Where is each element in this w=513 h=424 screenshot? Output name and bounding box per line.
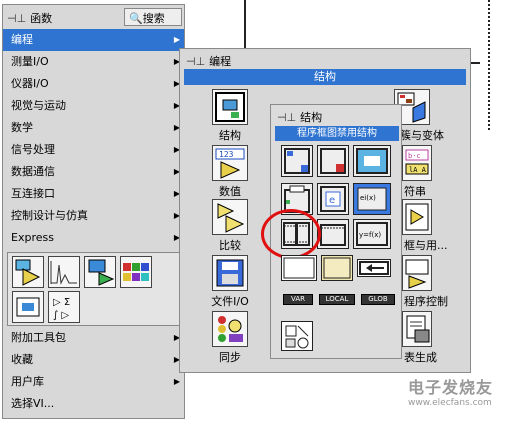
category-item[interactable]: 测量I/O ▶ [3,51,184,73]
category-item[interactable]: 收藏 ▶ [3,349,184,371]
global-variable-button[interactable]: GLOB [361,294,395,305]
structures-icon[interactable] [212,89,248,125]
category-item[interactable]: 选择VI... [3,393,184,415]
category-item[interactable]: 互连接口 ▶ [3,183,184,205]
application-control-label: 程序控制 [404,295,448,308]
feedback-node-icon[interactable] [357,259,391,277]
decorations-icon[interactable] [281,321,313,351]
cluster-variant-label: 簇与变体 [400,129,444,142]
input-output-icon[interactable] [84,256,116,288]
category-list: 编程 ▶ 测量I/O ▶ 仪器I/O ▶ 视觉与运动 ▶ 数学 ▶ 信号处理 ▶… [3,29,184,251]
pin-icon[interactable]: ⊣⊥ [186,55,205,68]
express-icon-area: ▷ Σ ∫ ▷ [7,252,181,326]
category-item[interactable]: 数据通信 ▶ [3,161,184,183]
programming-palette-title: 编程 [209,55,232,68]
submenu-arrow-icon: ▶ [173,377,180,386]
structures-palette: ⊣⊥ 结构 程序框图禁用结构 e ei(x) y=f(x) VAR LOCAL … [261,104,402,359]
search-icon: 🔍 [129,12,143,25]
structures-palette-header: ⊣⊥ 结构 [277,109,322,125]
event-structure-icon[interactable]: e [317,183,349,215]
svg-text:y=f(x): y=f(x) [359,231,381,239]
diagram-disable-icon[interactable] [281,255,317,281]
bottom-category-list: 附加工具包 ▶ 收藏 ▶ 用户库 ▶ 选择VI... [3,327,184,415]
shared-variable-button[interactable]: VAR [283,294,313,305]
category-item[interactable]: Express ▶ [3,227,184,249]
category-item[interactable]: 附加工具包 ▶ [3,327,184,349]
formula-node-icon[interactable]: y=f(x) [353,219,391,249]
file-io-label: 文件I/O [211,295,249,308]
local-variable-button[interactable]: LOCAL [319,294,355,305]
structures-label: 结构 [219,129,241,142]
pin-icon[interactable]: ⊣⊥ [7,12,26,25]
string-icon[interactable]: b·c lA A [402,145,432,181]
application-control-icon[interactable] [402,255,432,291]
category-item[interactable]: 数学 ▶ [3,117,184,139]
conditional-disable-icon[interactable] [321,255,353,281]
report-generation-icon[interactable] [402,311,432,347]
category-item[interactable]: 控制设计与仿真 ▶ [3,205,184,227]
svg-text:b·c: b·c [408,152,421,160]
svg-text:ei(x): ei(x) [360,194,376,202]
timed-structure-icon[interactable] [353,145,391,177]
dialog-ui-label: 框与用... [404,239,448,252]
numeric-label: 数值 [219,185,241,198]
highlight-circle [261,209,321,259]
mathscript-node-icon[interactable]: ei(x) [353,183,391,215]
functions-palette-title: 函数 [30,12,53,25]
comparison-icon[interactable] [212,199,248,235]
arithmetic-icon[interactable] [120,256,152,288]
report-generation-label: 表生成 [404,351,437,364]
for-loop-icon[interactable] [281,145,313,177]
synchronization-icon[interactable] [212,311,248,347]
search-button[interactable]: 🔍搜索 [124,8,182,26]
numeric-icon[interactable]: 123 [212,145,248,181]
category-item[interactable]: 仪器I/O ▶ [3,73,184,95]
svg-text:lA A: lA A [409,166,427,174]
pin-icon[interactable]: ⊣⊥ [277,111,296,124]
category-item[interactable]: 编程 ▶ [3,29,184,51]
background-window-border-right [488,0,490,130]
synchronization-label: 同步 [219,351,241,364]
category-item[interactable]: 视觉与运动 ▶ [3,95,184,117]
category-item[interactable]: 用户库 ▶ [3,371,184,393]
category-item[interactable]: 信号处理 ▶ [3,139,184,161]
watermark-logo: 电子发烧友 www.elecfans.com [408,378,494,408]
math-express-icon[interactable]: ▷ Σ ∫ ▷ [48,291,80,323]
svg-text:∫ ▷: ∫ ▷ [53,310,69,321]
execution-control-icon[interactable] [12,291,44,323]
signal-analysis-icon[interactable] [48,256,80,288]
structures-palette-title: 结构 [300,111,323,124]
comparison-label: 比较 [219,239,241,252]
dialog-ui-icon[interactable] [402,199,432,235]
svg-text:e: e [329,195,335,206]
diagram-disable-structure-bar[interactable]: 程序框图禁用结构 [275,126,399,141]
svg-text:▷ Σ: ▷ Σ [53,297,70,308]
functions-palette: ⊣⊥ 函数 🔍搜索 编程 ▶ 测量I/O ▶ 仪器I/O ▶ 视觉与运动 ▶ 数… [2,4,185,419]
programming-palette-header: ⊣⊥ 编程 [186,53,231,69]
structures-category-bar[interactable]: 结构 [184,69,466,85]
file-io-icon[interactable] [212,255,248,291]
stacked-sequence-icon[interactable] [317,219,349,249]
svg-text:123: 123 [219,150,234,159]
string-label: 符串 [404,185,426,198]
express-vi-icon[interactable] [12,256,44,288]
functions-palette-header: ⊣⊥ 函数 [7,10,52,26]
while-loop-icon[interactable] [317,145,349,177]
